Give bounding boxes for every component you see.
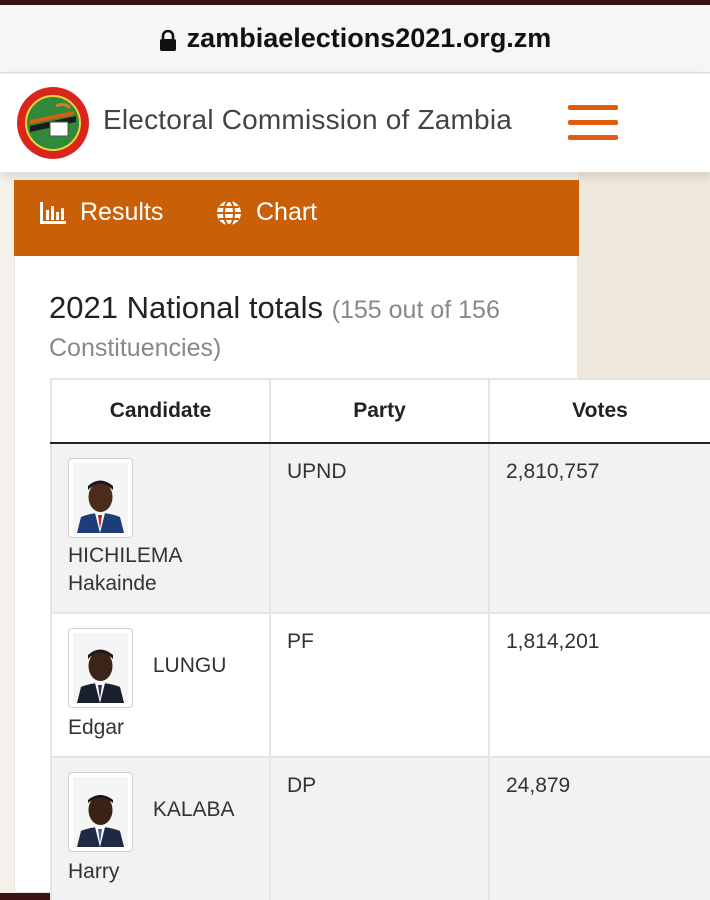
column-header-party[interactable]: Party xyxy=(269,378,490,444)
votes-cell: 1,814,201 xyxy=(488,612,710,758)
table-row: HICHILEMA Hakainde UPND 2,810,757 xyxy=(50,442,710,614)
candidate-cell: LUNGU Edgar xyxy=(50,612,271,758)
candidate-given-name: Hakainde xyxy=(68,572,157,595)
candidate-given-name: Harry xyxy=(68,860,120,883)
lock-icon xyxy=(159,29,176,51)
party-cell: PF xyxy=(269,612,490,758)
url-text[interactable]: zambiaelections2021.org.zm xyxy=(187,23,552,54)
globe-icon xyxy=(217,199,241,226)
column-header-votes[interactable]: Votes xyxy=(488,378,710,444)
candidate-surname: HICHILEMA xyxy=(68,544,183,567)
tab-chart-label: Chart xyxy=(256,198,318,226)
tab-chart[interactable]: Chart xyxy=(216,198,317,227)
ecz-seal-logo[interactable] xyxy=(16,86,90,160)
table-row: LUNGU Edgar PF 1,814,201 xyxy=(50,612,710,758)
table-header-row: Candidate Party Votes xyxy=(50,378,710,444)
tab-results-label: Results xyxy=(80,198,164,226)
votes-cell: 24,879 xyxy=(488,756,710,900)
party-cell: UPND xyxy=(269,442,490,614)
candidate-surname: LUNGU xyxy=(152,654,227,677)
tab-results[interactable]: Results xyxy=(40,198,163,227)
view-tabs: Results Chart xyxy=(14,180,579,256)
hamburger-menu-icon[interactable] xyxy=(568,105,620,145)
candidate-cell: KALABA Harry xyxy=(50,756,271,900)
votes-cell: 2,810,757 xyxy=(488,442,710,614)
column-header-candidate[interactable]: Candidate xyxy=(50,378,271,444)
results-table: Candidate Party Votes HICHILEMA Hakainde… xyxy=(50,378,710,900)
candidate-given-name: Edgar xyxy=(68,716,125,739)
candidate-cell: HICHILEMA Hakainde xyxy=(50,442,271,614)
site-header: Electoral Commission of Zambia xyxy=(0,74,710,172)
page-title: 2021 National totals xyxy=(49,290,324,325)
table-row: KALABA Harry DP 24,879 xyxy=(50,756,710,900)
section-heading: 2021 National totals (155 out of 156 Con… xyxy=(49,290,569,366)
candidate-photo xyxy=(68,628,133,708)
browser-address-bar[interactable]: zambiaelections2021.org.zm xyxy=(0,5,710,73)
organization-name[interactable]: Electoral Commission of Zambia xyxy=(103,104,512,136)
candidate-photo xyxy=(68,772,133,852)
candidate-photo xyxy=(68,458,133,538)
bar-chart-icon xyxy=(40,201,66,224)
party-cell: DP xyxy=(269,756,490,900)
candidate-surname: KALABA xyxy=(152,798,235,821)
